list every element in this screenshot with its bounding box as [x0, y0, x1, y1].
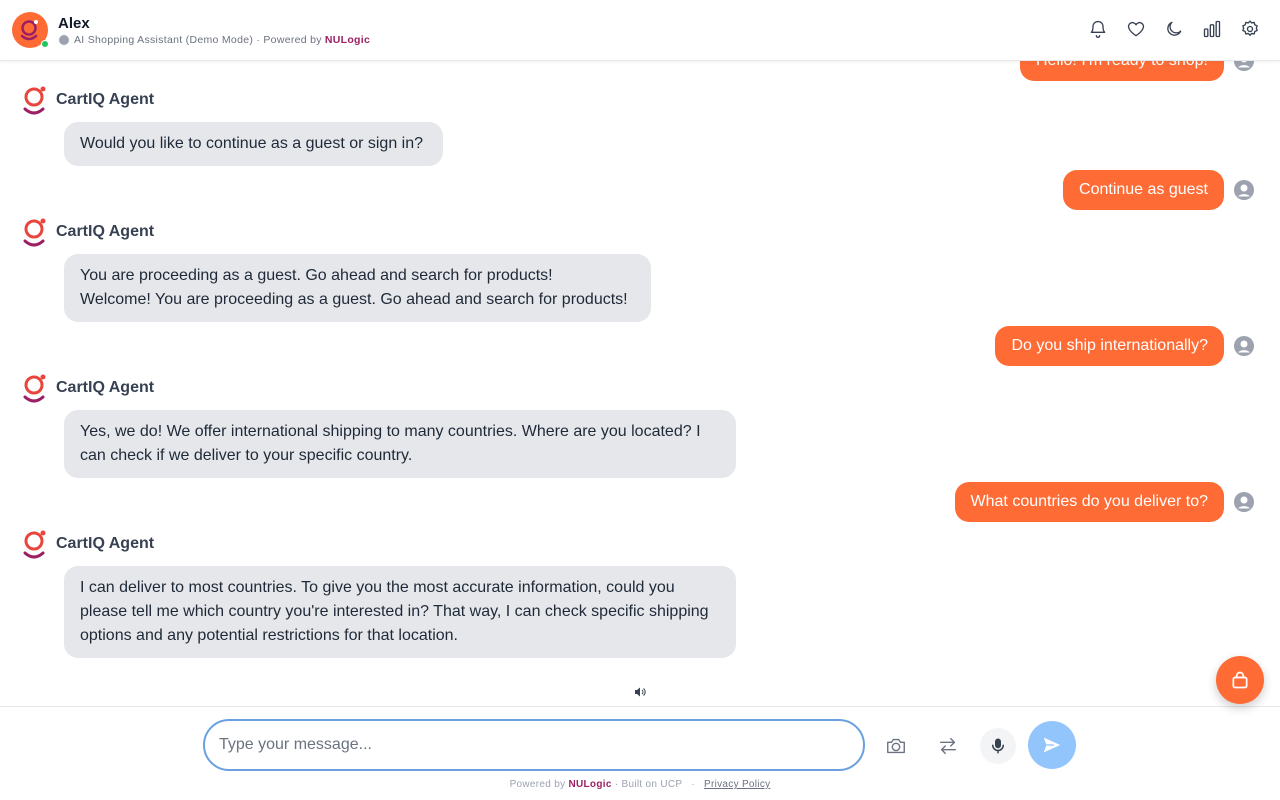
agent-message-bubble: Yes, we do! We offer international shipp… [64, 410, 736, 478]
speaker-icon[interactable] [634, 686, 646, 698]
footer-brand[interactable]: NULogic [568, 779, 611, 790]
gear-icon[interactable] [1240, 19, 1260, 39]
agent-message-bubble: You are proceeding as a guest. Go ahead … [64, 254, 651, 322]
user-message-bubble: Hello! I'm ready to shop! [1019, 61, 1224, 81]
user-avatar-icon [1234, 180, 1254, 200]
cartiq-logo-icon [23, 530, 46, 559]
user-message-bubble: What countries do you deliver to? [954, 482, 1224, 522]
user-avatar-icon [1234, 492, 1254, 512]
bar-chart-icon[interactable] [1202, 19, 1222, 39]
agent-message-line: You are proceeding as a guest. Go ahead … [80, 267, 553, 284]
cartiq-logo-icon [23, 218, 46, 247]
agent-message-bubble: I can deliver to most countries. To give… [64, 566, 736, 658]
chat-page: Alex AI Shopping Assistant (Demo Mode) ·… [0, 0, 1280, 800]
user-message: Continue as guest [1063, 170, 1254, 210]
info-icon [59, 35, 69, 45]
message-input[interactable] [203, 719, 865, 771]
subtitle-text: AI Shopping Assistant (Demo Mode) · Powe… [74, 34, 322, 46]
message-list: Hello! I'm ready to shop! CartIQ Agent W… [0, 61, 1280, 706]
powered-by-label: Powered by [509, 779, 566, 790]
shopping-bag-button[interactable] [1216, 656, 1264, 704]
agent-name-label: CartIQ Agent [56, 379, 155, 396]
user-message-bubble: Do you ship internationally? [995, 326, 1224, 366]
header-actions [1088, 19, 1260, 39]
camera-icon [887, 738, 905, 754]
agent-name-label: CartIQ Agent [56, 223, 155, 240]
privacy-policy-link[interactable]: Privacy Policy [704, 779, 770, 790]
cartiq-logo-icon [23, 374, 46, 403]
microphone-icon [992, 738, 1004, 754]
user-message: Do you ship internationally? [995, 326, 1254, 366]
powered-by-footer: Powered by NULogic · Built on UCP · Priv… [0, 779, 1280, 790]
footer-separator: · [691, 779, 695, 790]
agent-name-label: CartIQ Agent [56, 91, 155, 108]
microphone-button[interactable] [980, 728, 1016, 764]
switch-button[interactable] [930, 728, 966, 764]
arrows-exchange-icon [939, 737, 957, 755]
agent-message-bubble: Would you like to continue as a guest or… [64, 122, 443, 166]
user-avatar-icon [1234, 336, 1254, 356]
cartiq-logo-icon [23, 86, 46, 115]
shopping-bag-icon [1232, 671, 1248, 689]
built-on-label: · Built on UCP [614, 779, 683, 790]
chat-header: Alex AI Shopping Assistant (Demo Mode) ·… [0, 0, 1280, 61]
user-avatar-icon [1234, 61, 1254, 71]
agent-name: Alex [58, 15, 90, 32]
moon-icon[interactable] [1164, 19, 1184, 39]
camera-button[interactable] [878, 728, 914, 764]
send-icon [1043, 737, 1061, 753]
agent-message-line: Welcome! You are proceeding as a guest. … [80, 291, 628, 308]
header-subtitle: AI Shopping Assistant (Demo Mode) · Powe… [59, 34, 370, 46]
agent-name-label: CartIQ Agent [56, 535, 155, 552]
user-message-bubble: Continue as guest [1063, 170, 1224, 210]
user-message: What countries do you deliver to? [954, 482, 1254, 522]
brand-name[interactable]: NULogic [325, 34, 370, 46]
send-button[interactable] [1028, 721, 1076, 769]
heart-icon[interactable] [1126, 19, 1146, 39]
user-message: Hello! I'm ready to shop! [1019, 61, 1254, 81]
online-status-dot [41, 40, 49, 48]
bell-icon[interactable] [1088, 19, 1108, 39]
composer-bar: Powered by NULogic · Built on UCP · Priv… [0, 706, 1280, 800]
